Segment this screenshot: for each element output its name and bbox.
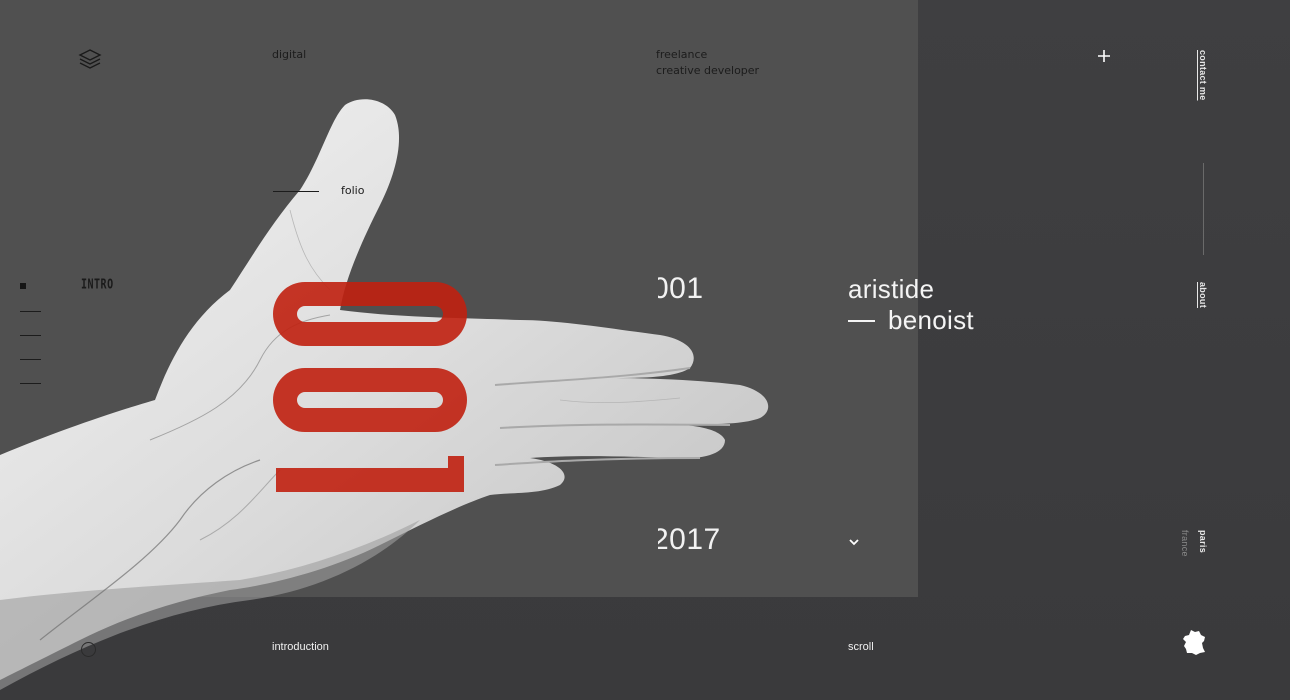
about-link[interactable]: about bbox=[1198, 282, 1208, 308]
city-label: paris bbox=[1198, 530, 1208, 554]
section-pagination bbox=[20, 283, 41, 407]
project-number: 001 bbox=[658, 272, 704, 305]
big-project-number bbox=[273, 282, 467, 492]
name-dash bbox=[848, 319, 875, 322]
pagination-item[interactable] bbox=[20, 335, 41, 336]
author-name: aristide benoist bbox=[848, 274, 974, 336]
nav-section-label: INTRO bbox=[81, 278, 114, 293]
country-label: france bbox=[1180, 530, 1190, 557]
pagination-item[interactable] bbox=[20, 383, 41, 384]
pagination-item[interactable] bbox=[20, 359, 41, 360]
plus-icon[interactable] bbox=[1096, 48, 1112, 64]
role-description: freelance creative developer bbox=[656, 47, 759, 79]
scroll-hint[interactable]: scroll bbox=[848, 641, 874, 653]
pagination-active[interactable] bbox=[20, 283, 26, 289]
last-name-row: benoist bbox=[848, 305, 974, 336]
sound-toggle-circle[interactable] bbox=[81, 642, 96, 657]
pagination-item[interactable] bbox=[20, 311, 41, 312]
tagline: digital bbox=[272, 48, 307, 61]
role-line-2: creative developer bbox=[656, 64, 760, 77]
footer-section-name: introduction bbox=[272, 641, 329, 653]
side-divider bbox=[1203, 163, 1204, 255]
first-name: aristide bbox=[848, 274, 935, 304]
role-line-1: freelance bbox=[656, 48, 708, 61]
contact-link[interactable]: contact me bbox=[1198, 50, 1208, 101]
section-label: folio bbox=[341, 184, 365, 197]
last-name: benoist bbox=[888, 305, 974, 335]
chevron-down-icon[interactable] bbox=[848, 537, 860, 547]
france-map-icon bbox=[1183, 630, 1205, 655]
folio-divider bbox=[273, 191, 319, 192]
layers-icon[interactable] bbox=[78, 48, 102, 70]
project-year: 2017 bbox=[658, 523, 721, 556]
